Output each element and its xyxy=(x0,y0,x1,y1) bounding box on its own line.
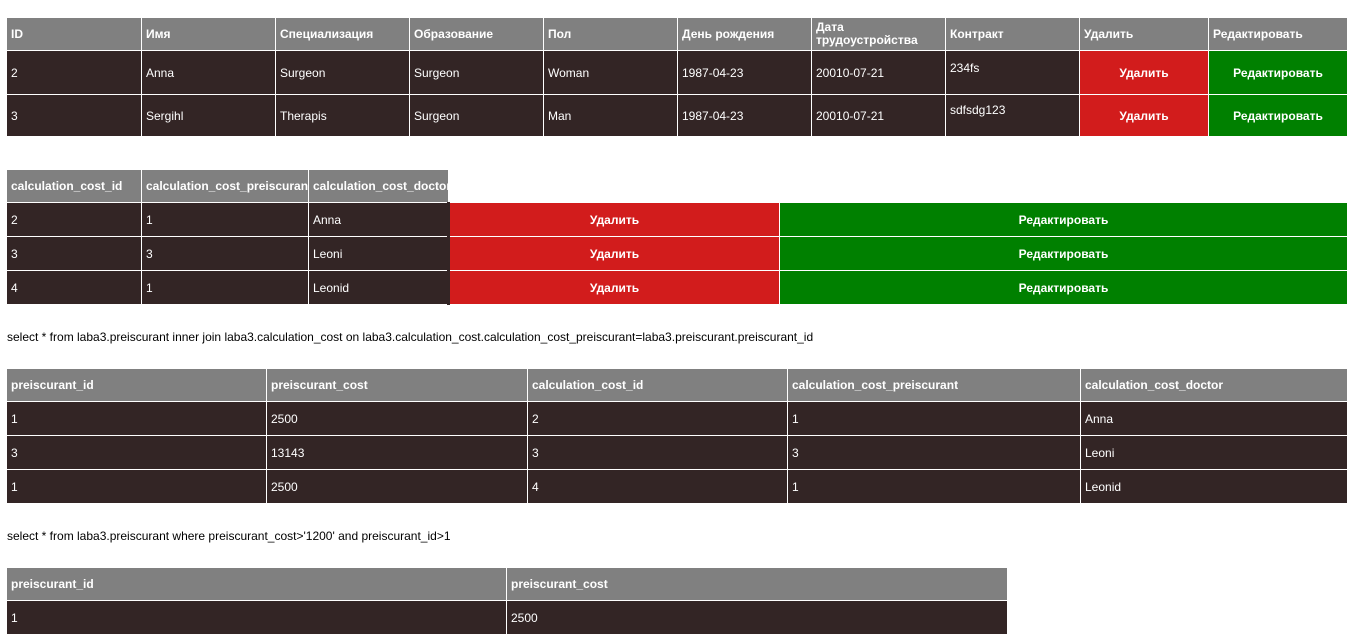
cell-birthday: 1987-04-23 xyxy=(677,50,812,95)
column-header: preiscurant_cost xyxy=(506,567,1008,601)
column-header: preiscurant_id xyxy=(6,368,267,402)
table-header-row: preiscurant_id preiscurant_cost calculat… xyxy=(6,368,1348,402)
column-header: ID xyxy=(6,17,142,51)
delete-button[interactable]: Удалить xyxy=(447,236,780,271)
sql-query-text: select * from laba3.preiscurant where pr… xyxy=(7,529,451,543)
table-row: 1 2500 xyxy=(6,600,1008,635)
cell-education: Surgeon xyxy=(409,50,544,95)
cell-doctor: Leoni xyxy=(308,236,449,271)
table-cell: 2500 xyxy=(506,600,1008,635)
table-cell: 2500 xyxy=(266,469,528,504)
cell-id: 2 xyxy=(6,202,142,237)
cell-id: 3 xyxy=(6,236,142,271)
column-header: Имя xyxy=(141,17,276,51)
table-row: 3 3 Leoni Удалить Редактировать xyxy=(6,236,1348,271)
column-header: Образование xyxy=(409,17,544,51)
table-row: 4 1 Leonid Удалить Редактировать xyxy=(6,270,1348,305)
cell-id: 2 xyxy=(6,50,142,95)
column-header: Контракт xyxy=(945,17,1080,51)
table-row: 1 2500 2 1 Anna xyxy=(6,401,1348,436)
column-header: calculation_cost_id xyxy=(6,169,142,203)
cell-gender: Man xyxy=(543,94,678,137)
cell-doctor: Anna xyxy=(308,202,449,237)
table-header-row: preiscurant_id preiscurant_cost xyxy=(6,567,1008,601)
delete-button[interactable]: Удалить xyxy=(447,202,780,237)
column-header: Специализация xyxy=(275,17,410,51)
column-header: calculation_cost_doctor xyxy=(308,169,449,203)
doctors-table: ID Имя Специализация Образование Пол Ден… xyxy=(6,17,1348,137)
table-cell: Anna xyxy=(1080,401,1348,436)
table-cell: 1 xyxy=(6,600,507,635)
column-header: preiscurant_cost xyxy=(266,368,528,402)
table-cell: 1 xyxy=(6,469,267,504)
cell-id: 4 xyxy=(6,270,142,305)
column-header: Пол xyxy=(543,17,678,51)
edit-button[interactable]: Редактировать xyxy=(779,236,1348,271)
cell-birthday: 1987-04-23 xyxy=(677,94,812,137)
delete-button[interactable]: Удалить xyxy=(1079,50,1209,95)
table-cell: 1 xyxy=(787,401,1081,436)
cell-hire-date: 20010-07-21 xyxy=(811,94,946,137)
table-cell: 1 xyxy=(6,401,267,436)
cell-name: Sergihl xyxy=(141,94,276,137)
cell-preiscurant: 1 xyxy=(141,270,309,305)
table-cell: 3 xyxy=(787,435,1081,470)
column-header: calculation_cost_preiscurant xyxy=(141,169,309,203)
cell-contract: sdfsdg123 xyxy=(945,94,1080,137)
table-cell: 1 xyxy=(787,469,1081,504)
calculation-cost-table: calculation_cost_id calculation_cost_pre… xyxy=(6,169,1348,305)
cell-contract: 234fs xyxy=(945,50,1080,95)
header-spacer xyxy=(449,170,780,203)
table-cell: Leonid xyxy=(1080,469,1348,504)
sql-query-text: select * from laba3.preiscurant inner jo… xyxy=(7,330,814,344)
column-header: calculation_cost_doctor xyxy=(1080,368,1348,402)
column-header: День рождения xyxy=(677,17,812,51)
table-cell: 4 xyxy=(527,469,788,504)
table-row: 3 Sergihl Therapis Surgeon Man 1987-04-2… xyxy=(6,94,1348,137)
delete-button[interactable]: Удалить xyxy=(1079,94,1209,137)
column-header: Удалить xyxy=(1079,17,1209,51)
table-cell: 3 xyxy=(6,435,267,470)
table-cell: Leoni xyxy=(1080,435,1348,470)
cell-id: 3 xyxy=(6,94,142,137)
table-row: 3 13143 3 3 Leoni xyxy=(6,435,1348,470)
cell-specialization: Surgeon xyxy=(275,50,410,95)
join-result-table: preiscurant_id preiscurant_cost calculat… xyxy=(6,368,1348,504)
cell-education: Surgeon xyxy=(409,94,544,137)
column-header: Дата трудоустройства xyxy=(811,17,946,51)
table-cell: 2 xyxy=(527,401,788,436)
header-spacer xyxy=(780,170,1348,203)
filter-result-table: preiscurant_id preiscurant_cost 1 2500 xyxy=(6,567,1008,635)
table-header-row: calculation_cost_id calculation_cost_pre… xyxy=(6,169,1348,203)
cell-gender: Woman xyxy=(543,50,678,95)
edit-button[interactable]: Редактировать xyxy=(779,202,1348,237)
edit-button[interactable]: Редактировать xyxy=(1208,94,1348,137)
edit-button[interactable]: Редактировать xyxy=(1208,50,1348,95)
column-header: calculation_cost_preiscurant xyxy=(787,368,1081,402)
edit-button[interactable]: Редактировать xyxy=(779,270,1348,305)
table-cell: 2500 xyxy=(266,401,528,436)
column-header: preiscurant_id xyxy=(6,567,507,601)
table-cell: 3 xyxy=(527,435,788,470)
cell-preiscurant: 3 xyxy=(141,236,309,271)
cell-hire-date: 20010-07-21 xyxy=(811,50,946,95)
table-row: 2 Anna Surgeon Surgeon Woman 1987-04-23 … xyxy=(6,50,1348,95)
table-cell: 13143 xyxy=(266,435,528,470)
column-header: Редактировать xyxy=(1208,17,1348,51)
table-row: 1 2500 4 1 Leonid xyxy=(6,469,1348,504)
cell-preiscurant: 1 xyxy=(141,202,309,237)
cell-doctor: Leonid xyxy=(308,270,449,305)
table-row: 2 1 Anna Удалить Редактировать xyxy=(6,202,1348,237)
delete-button[interactable]: Удалить xyxy=(447,270,780,305)
cell-name: Anna xyxy=(141,50,276,95)
table-header-row: ID Имя Специализация Образование Пол Ден… xyxy=(6,17,1348,51)
column-header: calculation_cost_id xyxy=(527,368,788,402)
cell-specialization: Therapis xyxy=(275,94,410,137)
